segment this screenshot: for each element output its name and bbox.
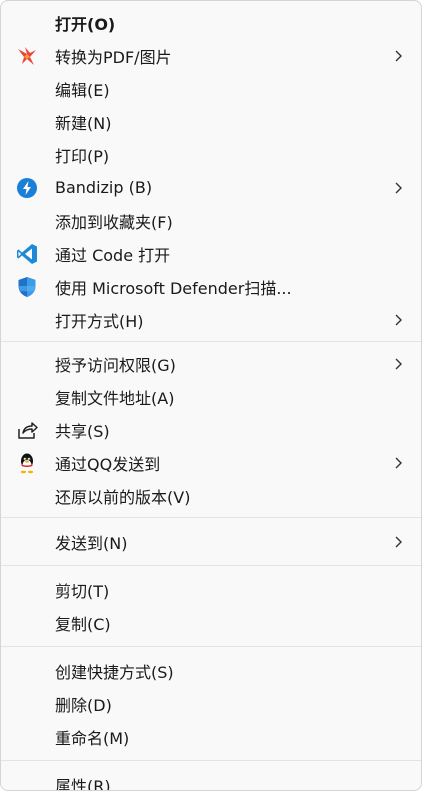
defender-shield-icon — [15, 275, 39, 299]
menu-item-label: 编辑(E) — [55, 80, 110, 100]
menu-item-create-shortcut[interactable]: 创建快捷方式(S) — [1, 654, 421, 687]
menu-item-grant-access[interactable]: 授予访问权限(G) — [1, 347, 421, 380]
menu-item-add-to-favorites[interactable]: 添加到收藏夹(F) — [1, 204, 421, 237]
menu-group-open: 打开(O) 转换为PDF/图片 编辑(E) 新建(N) 打印(P) Bandiz… — [1, 1, 421, 338]
menu-item-label: 添加到收藏夹(F) — [55, 212, 173, 232]
menu-item-defender-scan[interactable]: 使用 Microsoft Defender扫描... — [1, 270, 421, 303]
menu-group-access: 授予访问权限(G) 复制文件地址(A) 共享(S) 通过QQ发送到 还原以前的版… — [1, 345, 421, 514]
menu-item-delete[interactable]: 删除(D) — [1, 687, 421, 720]
menu-item-label: 打开(O) — [55, 14, 116, 34]
menu-item-label: 共享(S) — [55, 421, 110, 441]
menu-item-new[interactable]: 新建(N) — [1, 105, 421, 138]
menu-item-label: 通过QQ发送到 — [55, 454, 161, 474]
menu-item-label: 重命名(M) — [55, 728, 130, 748]
menu-item-share[interactable]: 共享(S) — [1, 413, 421, 446]
menu-item-label: Bandizip (B) — [55, 178, 153, 197]
menu-item-label: 复制文件地址(A) — [55, 388, 175, 408]
menu-separator — [1, 517, 421, 518]
qq-penguin-icon — [15, 451, 39, 475]
vscode-icon — [15, 242, 39, 266]
menu-item-label: 通过 Code 打开 — [55, 245, 171, 265]
menu-group-clipboard: 剪切(T) 复制(C) — [1, 569, 421, 643]
menu-item-rename[interactable]: 重命名(M) — [1, 720, 421, 753]
menu-item-label: 创建快捷方式(S) — [55, 662, 174, 682]
menu-group-send-to: 发送到(N) — [1, 521, 421, 562]
menu-group-file-ops: 创建快捷方式(S) 删除(D) 重命名(M) — [1, 650, 421, 757]
menu-item-label: 还原以前的版本(V) — [55, 487, 191, 507]
menu-item-copy[interactable]: 复制(C) — [1, 606, 421, 639]
menu-item-open[interactable]: 打开(O) — [1, 6, 421, 39]
menu-item-restore-versions[interactable]: 还原以前的版本(V) — [1, 479, 421, 512]
menu-item-send-via-qq[interactable]: 通过QQ发送到 — [1, 446, 421, 479]
menu-item-copy-path[interactable]: 复制文件地址(A) — [1, 380, 421, 413]
menu-separator — [1, 760, 421, 761]
menu-separator — [1, 565, 421, 566]
share-icon — [15, 418, 39, 442]
menu-item-open-with-code[interactable]: 通过 Code 打开 — [1, 237, 421, 270]
bandizip-icon — [15, 176, 39, 200]
menu-item-send-to[interactable]: 发送到(N) — [1, 525, 421, 558]
menu-item-convert-pdf[interactable]: 转换为PDF/图片 — [1, 39, 421, 72]
menu-item-label: 打开方式(H) — [55, 311, 144, 331]
menu-item-label: 发送到(N) — [55, 533, 128, 553]
menu-item-label: 删除(D) — [55, 695, 112, 715]
menu-item-label: 复制(C) — [55, 614, 111, 634]
menu-group-properties: 属性(R) — [1, 764, 421, 791]
menu-item-properties[interactable]: 属性(R) — [1, 768, 421, 791]
chevron-right-icon — [395, 457, 402, 468]
context-menu: 打开(O) 转换为PDF/图片 编辑(E) 新建(N) 打印(P) Bandiz… — [0, 0, 422, 791]
menu-item-label: 属性(R) — [55, 776, 111, 791]
menu-separator — [1, 341, 421, 342]
menu-item-label: 授予访问权限(G) — [55, 355, 176, 375]
menu-item-bandizip[interactable]: Bandizip (B) — [1, 171, 421, 204]
menu-item-open-with[interactable]: 打开方式(H) — [1, 303, 421, 336]
chevron-right-icon — [395, 358, 402, 369]
menu-item-label: 剪切(T) — [55, 581, 110, 601]
menu-item-label: 转换为PDF/图片 — [55, 47, 172, 67]
pdf-bird-icon — [15, 44, 39, 68]
chevron-right-icon — [395, 314, 402, 325]
menu-item-label: 新建(N) — [55, 113, 112, 133]
menu-item-cut[interactable]: 剪切(T) — [1, 573, 421, 606]
menu-item-label: 打印(P) — [55, 146, 110, 166]
menu-separator — [1, 646, 421, 647]
menu-item-edit[interactable]: 编辑(E) — [1, 72, 421, 105]
menu-item-print[interactable]: 打印(P) — [1, 138, 421, 171]
chevron-right-icon — [395, 182, 402, 193]
menu-item-label: 使用 Microsoft Defender扫描... — [55, 278, 292, 298]
chevron-right-icon — [395, 536, 402, 547]
chevron-right-icon — [395, 50, 402, 61]
